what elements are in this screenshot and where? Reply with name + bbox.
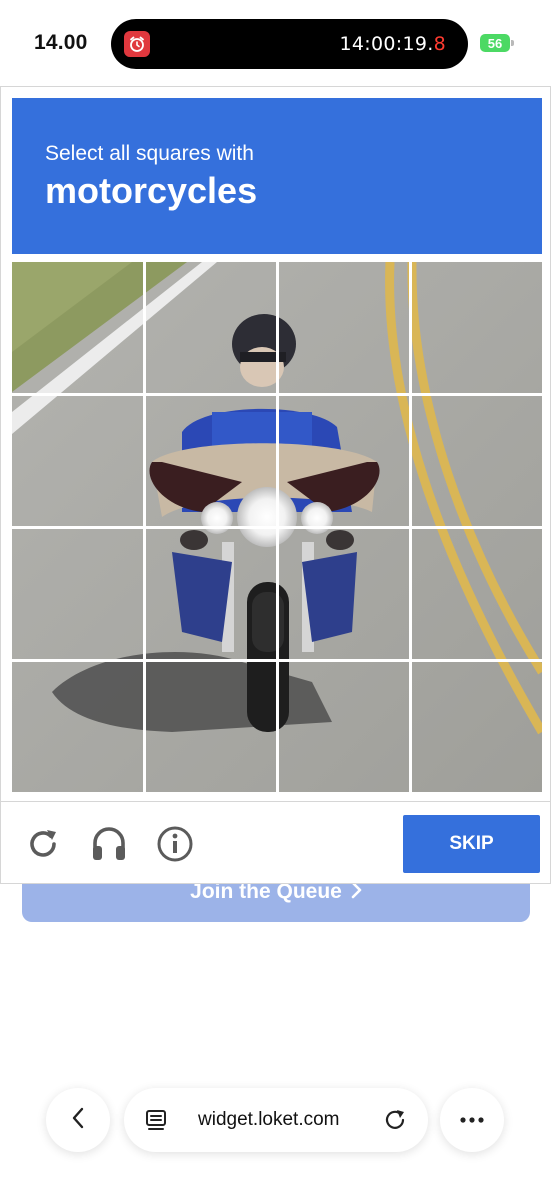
headphones-icon[interactable] bbox=[89, 824, 129, 864]
tabs-icon[interactable] bbox=[144, 1108, 168, 1137]
tile-1-3[interactable] bbox=[279, 262, 409, 392]
more-button[interactable] bbox=[440, 1088, 504, 1152]
refresh-icon[interactable] bbox=[382, 1107, 408, 1138]
timer-readout: 14:00:19.8 bbox=[340, 33, 446, 55]
battery-nub bbox=[511, 40, 514, 46]
skip-button[interactable]: SKIP bbox=[403, 815, 540, 873]
timer-fraction: 8 bbox=[433, 33, 446, 55]
timer-main: 14:00:19. bbox=[339, 33, 434, 55]
captcha-prompt: Select all squares with bbox=[45, 142, 254, 165]
reload-icon[interactable] bbox=[23, 824, 63, 864]
tile-3-1[interactable] bbox=[12, 529, 142, 659]
tile-2-1[interactable] bbox=[12, 395, 142, 525]
status-time: 14.00 bbox=[34, 31, 88, 54]
url-text: widget.loket.com bbox=[198, 1109, 340, 1130]
tile-1-4[interactable] bbox=[412, 262, 542, 392]
skip-label: SKIP bbox=[449, 833, 494, 854]
tile-3-3[interactable] bbox=[279, 529, 409, 659]
tile-4-1[interactable] bbox=[12, 662, 142, 792]
back-button[interactable] bbox=[46, 1088, 110, 1152]
tile-4-4[interactable] bbox=[412, 662, 542, 792]
tile-4-3[interactable] bbox=[279, 662, 409, 792]
tile-1-1[interactable] bbox=[12, 262, 142, 392]
info-icon[interactable] bbox=[155, 824, 195, 864]
tile-2-4[interactable] bbox=[412, 395, 542, 525]
tile-1-2[interactable] bbox=[145, 262, 275, 392]
captcha-dialog: Select all squares with motorcycles SKIP bbox=[0, 86, 551, 884]
alarm-clock-icon bbox=[124, 31, 150, 57]
address-bar[interactable]: widget.loket.com bbox=[124, 1088, 428, 1152]
chevron-left-icon bbox=[71, 1107, 85, 1134]
captcha-target: motorcycles bbox=[45, 170, 258, 211]
captcha-footer: SKIP bbox=[1, 801, 550, 884]
dynamic-island[interactable]: 14:00:19.8 bbox=[111, 19, 468, 69]
tile-2-3[interactable] bbox=[279, 395, 409, 525]
more-icon bbox=[459, 1111, 485, 1129]
tile-2-2[interactable] bbox=[145, 395, 275, 525]
battery-percent: 56 bbox=[487, 35, 503, 51]
tile-3-2[interactable] bbox=[145, 529, 275, 659]
tile-4-2[interactable] bbox=[145, 662, 275, 792]
captcha-header: Select all squares with motorcycles bbox=[12, 98, 542, 254]
tile-3-4[interactable] bbox=[412, 529, 542, 659]
battery-indicator: 56 bbox=[480, 34, 514, 52]
